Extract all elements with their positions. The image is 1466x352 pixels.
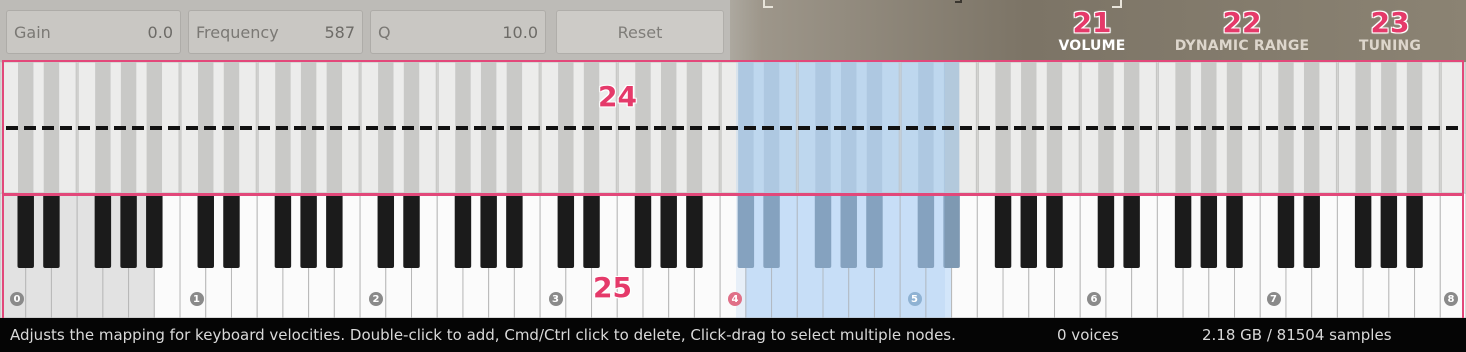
- velocity-mapping-panel[interactable]: [0, 62, 1466, 193]
- black-key: [1174, 193, 1192, 268]
- black-key: [686, 193, 703, 268]
- reset-button[interactable]: Reset: [556, 10, 724, 54]
- black-key: [94, 193, 112, 268]
- black-key: [1406, 193, 1423, 268]
- black-key: [1097, 193, 1115, 268]
- octave-label: 8: [1444, 292, 1458, 306]
- octave-label: 0: [10, 292, 24, 306]
- header-mark: [955, 0, 962, 3]
- black-key: [1380, 193, 1398, 268]
- black-key: [1046, 193, 1063, 268]
- volume-knob[interactable]: 21 VOLUME: [1017, 6, 1167, 55]
- black-key: [1277, 193, 1295, 268]
- black-key: [300, 193, 317, 268]
- black-key: [454, 193, 472, 268]
- black-key: [480, 193, 497, 268]
- tuning-label: TUNING: [1358, 38, 1422, 54]
- dynamic-range-knob[interactable]: 22 DYNAMIC RANGE: [1167, 6, 1317, 55]
- black-key: [43, 193, 60, 268]
- status-bar: Adjusts the mapping for keyboard velocit…: [0, 318, 1466, 352]
- octave-label: 3: [548, 292, 563, 306]
- black-key: [1226, 193, 1243, 268]
- annotation-24: 24: [598, 80, 637, 113]
- black-key: [1303, 193, 1320, 268]
- black-key: [326, 193, 343, 268]
- black-key: [403, 193, 420, 268]
- black-key: [583, 193, 600, 268]
- black-key: [120, 193, 137, 268]
- black-key: [274, 193, 292, 268]
- memory-usage: 2.18 GB / 81504 samples: [1202, 326, 1392, 344]
- frequency-label: Frequency: [196, 22, 279, 42]
- frequency-value: 587: [324, 22, 355, 42]
- gain-value: 0.0: [147, 22, 173, 42]
- frequency-field[interactable]: Frequency 587: [188, 10, 363, 54]
- black-key: [660, 193, 677, 268]
- dynamic-range-label: DYNAMIC RANGE: [1174, 38, 1310, 54]
- keyboard-panel[interactable]: 0 1 2 3 4 5 6 7 8: [0, 193, 1466, 318]
- annotation-23: 23: [1370, 6, 1410, 39]
- header-bracket-left: [763, 0, 773, 8]
- annotation-21: 21: [1072, 6, 1112, 39]
- black-key: [146, 193, 163, 268]
- black-key: [506, 193, 523, 268]
- black-key: [377, 193, 395, 268]
- annotation-22: 22: [1222, 6, 1262, 39]
- octave-label: 2: [369, 292, 383, 306]
- header-bracket-right: [1112, 0, 1122, 8]
- black-key: [17, 193, 34, 268]
- black-key: [634, 193, 652, 268]
- octave-label: 6: [1087, 292, 1101, 306]
- octave-label: 7: [1266, 292, 1281, 306]
- octave-label: 5: [907, 292, 922, 306]
- black-key: [197, 193, 214, 268]
- q-value: 10.0: [502, 22, 538, 42]
- voices-count: 0 voices: [1057, 326, 1119, 344]
- velocity-keys-graphic: [0, 62, 1466, 193]
- black-key: [1020, 193, 1038, 268]
- black-key: [223, 193, 240, 268]
- tuning-knob[interactable]: 23 TUNING: [1315, 6, 1465, 55]
- gain-label: Gain: [14, 22, 51, 42]
- black-key: [557, 193, 575, 268]
- q-field[interactable]: Q 10.0: [370, 10, 546, 54]
- black-key: [1200, 193, 1218, 268]
- black-key: [994, 193, 1012, 268]
- black-key: [943, 193, 960, 268]
- volume-label: VOLUME: [1058, 38, 1126, 54]
- octave-label: 4: [728, 292, 742, 306]
- annotation-25: 25: [593, 271, 632, 304]
- black-key: [1123, 193, 1140, 268]
- gain-field[interactable]: Gain 0.0: [6, 10, 181, 54]
- status-help-text: Adjusts the mapping for keyboard velocit…: [10, 326, 956, 344]
- black-key: [1354, 193, 1372, 268]
- q-label: Q: [378, 22, 391, 42]
- octave-label: 1: [189, 292, 204, 306]
